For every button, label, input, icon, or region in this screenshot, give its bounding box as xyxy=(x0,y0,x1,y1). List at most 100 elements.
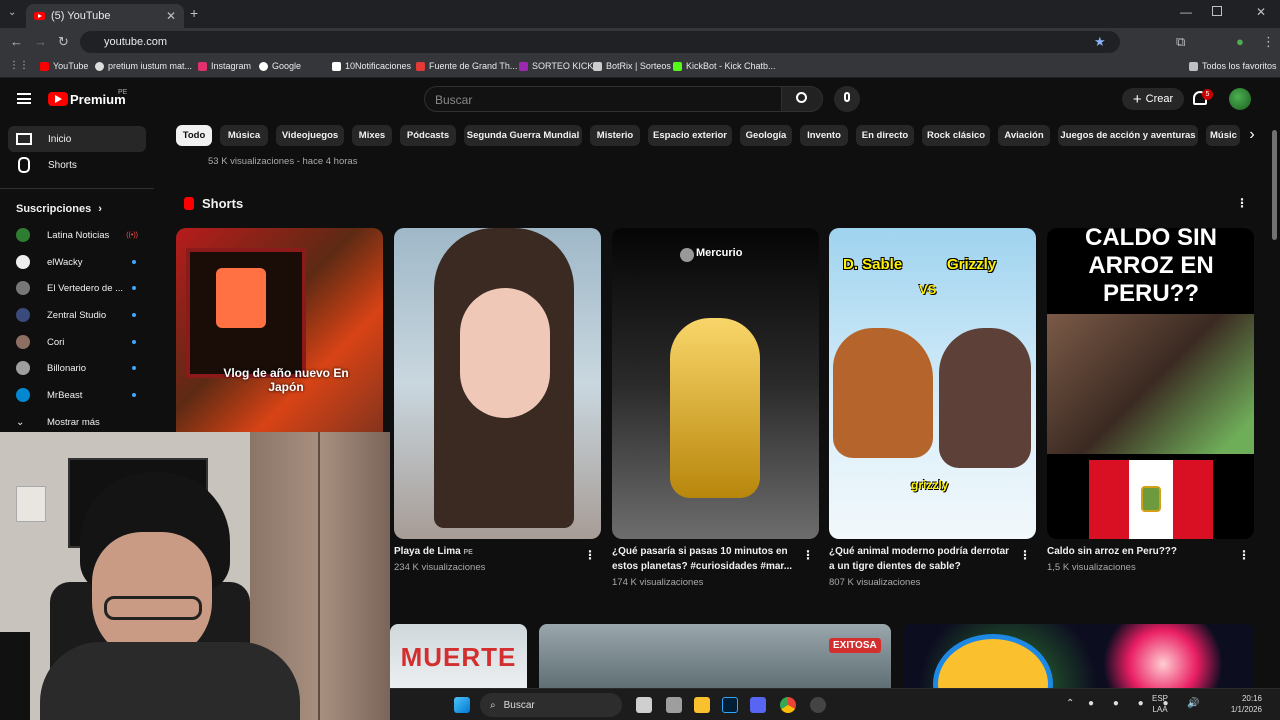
task-view-icon[interactable] xyxy=(636,697,652,713)
channel-mrbeast[interactable]: MrBeast xyxy=(16,385,136,405)
chip-aviacion[interactable]: Aviación xyxy=(998,125,1050,146)
channel-avatar xyxy=(16,255,30,269)
bookmark-pretium[interactable]: pretium iustum mat... xyxy=(95,61,192,71)
widgets-icon[interactable] xyxy=(666,697,682,713)
hamburger-menu-icon[interactable] xyxy=(17,93,31,104)
search-input[interactable]: Buscar xyxy=(424,86,782,112)
short-menu-icon-4[interactable]: ⋮ xyxy=(1019,548,1031,562)
language-indicator[interactable]: ESP LAA xyxy=(1152,693,1168,715)
menu-icon[interactable]: ⋮ xyxy=(1262,34,1275,50)
chip-segunda-guerra[interactable]: Segunda Guerra Mundial xyxy=(464,125,582,146)
video-thumbnail-row2-2[interactable]: EXITOSA xyxy=(539,624,891,688)
system-tray-chevron-icon[interactable]: ⌃ xyxy=(1066,698,1074,709)
bookmark-10notificaciones[interactable]: 10Notificaciones xyxy=(332,61,411,71)
bookmark-botrix[interactable]: BotRix | Sorteos xyxy=(593,61,671,71)
channel-billonario[interactable]: Billonario xyxy=(16,358,136,378)
reload-icon[interactable]: ↻ xyxy=(58,34,69,50)
extensions-icon[interactable]: ⧉ xyxy=(1176,34,1185,50)
channel-cori[interactable]: Cori xyxy=(16,332,136,352)
plate-shape xyxy=(933,634,1053,688)
create-button[interactable]: + Crear xyxy=(1122,88,1184,110)
video-thumbnail-row2-3[interactable] xyxy=(903,624,1254,688)
chip-juegos-accion[interactable]: Juegos de acción y aventuras xyxy=(1058,125,1198,146)
short-overlay-text: Mercurio xyxy=(696,247,743,259)
chip-podcasts[interactable]: Pódcasts xyxy=(400,125,456,146)
chip-espacio-exterior[interactable]: Espacio exterior xyxy=(648,125,732,146)
forward-icon[interactable]: → xyxy=(34,34,47,49)
shorts-section-menu-icon[interactable]: ⋮ xyxy=(1236,196,1248,210)
bookmark-gta[interactable]: Fuente de Grand Th... xyxy=(416,61,517,71)
taskbar-search[interactable]: ⌕ Buscar xyxy=(480,693,622,717)
new-tab-button[interactable]: + xyxy=(190,5,198,21)
chips-next-icon[interactable]: › xyxy=(1240,122,1264,148)
minimize-button[interactable]: — xyxy=(1180,5,1192,19)
chip-mixes[interactable]: Mixes xyxy=(352,125,392,146)
bookmark-star-icon[interactable]: ★ xyxy=(1094,34,1106,50)
sidebar-item-home[interactable]: Inicio xyxy=(8,126,146,152)
region-code: PE xyxy=(118,89,128,96)
short-title-2[interactable]: Playa de Lima PE xyxy=(394,544,564,560)
channel-avatar xyxy=(16,308,30,322)
channel-el-vertedero[interactable]: El Vertedero de ... xyxy=(16,278,136,298)
chip-videojuegos[interactable]: Videojuegos xyxy=(276,125,344,146)
chip-misterio[interactable]: Misterio xyxy=(590,125,640,146)
chrome-icon[interactable] xyxy=(780,697,796,713)
tab-list-button[interactable]: ⌄ xyxy=(8,7,16,18)
subscriptions-heading[interactable]: Suscripciones › xyxy=(16,203,102,215)
url-field[interactable]: youtube.com xyxy=(80,31,1120,53)
browser-tab[interactable]: (5) YouTube ✕ xyxy=(26,4,184,28)
short-thumbnail-5[interactable]: CALDO SIN ARROZ EN PERU?? xyxy=(1047,228,1254,539)
chip-rock-clasico[interactable]: Rock clásico xyxy=(922,125,990,146)
windows-start-icon[interactable] xyxy=(454,697,470,713)
chip-geologia[interactable]: Geología xyxy=(740,125,792,146)
maximize-button[interactable] xyxy=(1212,6,1222,16)
bookmark-sorteo-kick[interactable]: SORTEO KICK xyxy=(519,61,593,71)
bookmark-google[interactable]: Google xyxy=(259,61,301,71)
chip-invento[interactable]: Invento xyxy=(800,125,848,146)
bookmark-kickbot[interactable]: KickBot - Kick Chatb... xyxy=(673,61,776,71)
channel-elwacky[interactable]: elWacky xyxy=(16,252,136,272)
short-thumbnail-3[interactable]: Mercurio xyxy=(612,228,819,539)
account-avatar[interactable] xyxy=(1229,88,1251,110)
channel-zentral-studio[interactable]: Zentral Studio xyxy=(16,305,136,325)
bookmark-instagram[interactable]: Instagram xyxy=(198,61,251,71)
apps-icon[interactable]: ⋮⋮ xyxy=(9,60,29,71)
golden-figure-shape xyxy=(670,318,760,498)
short-title-5[interactable]: Caldo sin arroz en Peru??? xyxy=(1047,544,1233,559)
plus-icon: + xyxy=(1132,90,1142,108)
video-thumbnail-row2-1[interactable]: MUERTE xyxy=(390,624,527,688)
sidebar-item-shorts[interactable]: Shorts xyxy=(8,152,146,178)
voice-search-button[interactable] xyxy=(834,86,860,112)
chip-en-directo[interactable]: En directo xyxy=(856,125,914,146)
chip-musica-2[interactable]: Músic xyxy=(1206,125,1240,146)
chip-todo[interactable]: Todo xyxy=(176,125,212,146)
search-button[interactable] xyxy=(781,86,823,112)
close-tab-icon[interactable]: ✕ xyxy=(166,9,176,23)
youtube-logo-icon[interactable] xyxy=(48,92,68,106)
photoshop-icon[interactable] xyxy=(722,697,738,713)
taskbar-search-label: Buscar xyxy=(503,699,535,711)
bookmark-youtube[interactable]: YouTube xyxy=(40,61,88,71)
search-icon: ⌕ xyxy=(490,699,496,711)
channel-avatar xyxy=(16,228,30,242)
discord-icon[interactable] xyxy=(750,697,766,713)
app-icon[interactable] xyxy=(810,697,826,713)
file-explorer-icon[interactable] xyxy=(694,697,710,713)
short-menu-icon-2[interactable]: ⋮ xyxy=(584,548,596,562)
short-title-4[interactable]: ¿Qué animal moderno podría derrotar a un… xyxy=(829,544,1015,574)
show-more-button[interactable]: ⌄ Mostrar más xyxy=(16,412,136,432)
bookmark-all-favorites[interactable]: Todos los favoritos xyxy=(1189,61,1277,71)
channel-latina-noticias[interactable]: Latina Noticias ((•)) xyxy=(16,225,138,245)
short-menu-icon-5[interactable]: ⋮ xyxy=(1238,548,1250,562)
short-menu-icon-3[interactable]: ⋮ xyxy=(802,548,814,562)
back-icon[interactable]: ← xyxy=(10,34,23,49)
profile-icon[interactable]: ● xyxy=(1236,34,1244,49)
tray-icons[interactable]: ● ● ● ● 🔊 xyxy=(1088,698,1208,709)
short-thumbnail-4[interactable]: D. Sable Grizzly VS grizzly xyxy=(829,228,1036,539)
close-window-button[interactable]: ✕ xyxy=(1256,5,1266,19)
chip-musica[interactable]: Música xyxy=(220,125,268,146)
page-scrollbar-thumb[interactable] xyxy=(1272,130,1277,240)
short-title-3[interactable]: ¿Qué pasaría si pasas 10 minutos en esto… xyxy=(612,544,798,574)
short-thumbnail-2[interactable] xyxy=(394,228,601,539)
clock[interactable]: 20:16 1/1/2026 xyxy=(1216,693,1262,715)
